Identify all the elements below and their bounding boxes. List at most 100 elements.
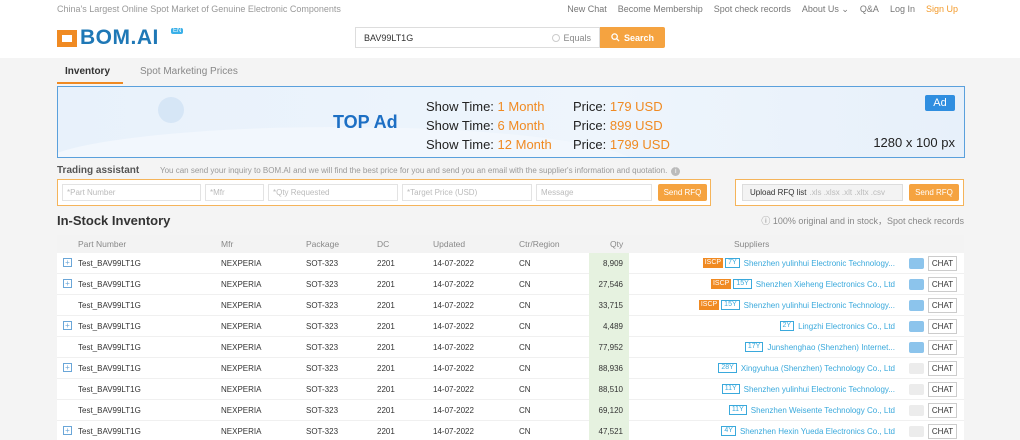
mfr-field[interactable]: *Mfr [205, 184, 264, 201]
supplier[interactable]: 17Y Junshenghao (Shenzhen) Internet... [744, 342, 895, 352]
equals-radio[interactable] [552, 34, 561, 42]
supplier[interactable]: 11Y Shenzhen yulinhui Electronic Technolo… [721, 384, 895, 394]
table-row[interactable]: + Test_BAV99LT1G NEXPERIA SOT-323 2201 14-07-… [57, 358, 964, 379]
mail-icon[interactable] [909, 426, 924, 437]
ad-price: Price: 1799 USD [573, 137, 693, 152]
supplier[interactable]: ISCP 7Y Shenzhen yulinhui Electronic Techn… [702, 258, 895, 268]
instock-note[interactable]: ⓘ 100% original and in stock，Spot check … [761, 214, 964, 227]
message-field[interactable]: Message [536, 184, 652, 201]
part-number[interactable]: Test_BAV99LT1G [78, 280, 141, 289]
supplier-name[interactable]: Shenzhen yulinhui Electronic Technology.… [744, 301, 895, 310]
about-us-link[interactable]: About Us ⌄ [802, 4, 849, 15]
chat-button[interactable]: CHAT [928, 382, 957, 397]
upload-send-rfq-button[interactable]: Send RFQ [909, 184, 959, 201]
supplier[interactable]: 2Y Lingzhi Electronics Co., Ltd [779, 321, 895, 331]
supplier-name[interactable]: Shenzhen Xieheng Electronics Co., Ltd [756, 280, 895, 289]
part-number[interactable]: Test_BAV99LT1G [78, 322, 141, 331]
part-number[interactable]: Test_BAV99LT1G [78, 343, 141, 352]
ad-price-label: Price: [573, 99, 607, 114]
table-row[interactable]: Test_BAV99LT1G NEXPERIA SOT-323 2201 14-07-2… [57, 295, 964, 316]
table-row[interactable]: + Test_BAV99LT1G NEXPERIA SOT-323 2201 14-07-… [57, 274, 964, 295]
supplier-name[interactable]: Xingyuhua (Shenzhen) Technology Co., Ltd [741, 364, 895, 373]
table-row[interactable]: + Test_BAV99LT1G NEXPERIA SOT-323 2201 14-07-… [57, 421, 964, 440]
search-input[interactable]: BAV99LT1G Equals [355, 27, 600, 48]
part-number[interactable]: Test_BAV99LT1G [78, 259, 141, 268]
table-row[interactable]: Test_BAV99LT1G NEXPERIA SOT-323 2201 14-07-2… [57, 379, 964, 400]
dc: 2201 [377, 301, 395, 310]
chat-button[interactable]: CHAT [928, 361, 957, 376]
table-row[interactable]: Test_BAV99LT1G NEXPERIA SOT-323 2201 14-07-2… [57, 337, 964, 358]
region: CN [519, 427, 531, 436]
part-number[interactable]: Test_BAV99LT1G [78, 364, 141, 373]
new-chat-link[interactable]: New Chat [567, 4, 607, 15]
qa-link[interactable]: Q&A [860, 4, 879, 15]
mail-icon[interactable] [909, 363, 924, 374]
tab-bar: Inventory Spot Marketing Prices [0, 58, 1020, 84]
top-ad-banner[interactable]: TOP Ad Show Time: 1 Month Price: 179 USD… [57, 86, 965, 158]
logo[interactable]: BOM.AI EN [57, 26, 184, 49]
supplier-name[interactable]: Shenzhen yulinhui Electronic Technology.… [744, 385, 895, 394]
rfq-form: *Part Number *Mfr *Qty Requested *Target… [57, 179, 711, 206]
chat-button[interactable]: CHAT [928, 256, 957, 271]
trading-assistant-description: You can send your inquiry to BOM.AI and … [160, 166, 681, 176]
mail-icon[interactable] [909, 258, 924, 269]
supplier[interactable]: 28Y Xingyuhua (Shenzhen) Technology Co., … [718, 363, 895, 373]
qty-requested-field[interactable]: *Qty Requested [268, 184, 398, 201]
upload-rfq-field[interactable]: Upload RFQ list .xls .xlsx .xlt .xltx .cs… [742, 184, 903, 201]
supplier[interactable]: 4Y Shenzhen Hexin Yueda Electronics Co., … [721, 426, 895, 436]
mail-icon[interactable] [909, 405, 924, 416]
supplier-name[interactable]: Shenzhen Hexin Yueda Electronics Co., Lt… [740, 427, 895, 436]
mfr: NEXPERIA [221, 427, 262, 436]
equals-toggle[interactable]: Equals [552, 33, 591, 43]
mail-icon[interactable] [909, 300, 924, 311]
chat-button[interactable]: CHAT [928, 319, 957, 334]
part-number-field[interactable]: *Part Number [62, 184, 201, 201]
supplier-name[interactable]: Lingzhi Electronics Co., Ltd [798, 322, 895, 331]
supplier-name[interactable]: Junshenghao (Shenzhen) Internet... [767, 343, 895, 352]
search-button[interactable]: Search [600, 27, 665, 48]
chat-button[interactable]: CHAT [928, 403, 957, 418]
ad-pricing-row: Show Time: 1 Month Price: 179 USD [426, 97, 693, 116]
part-number[interactable]: Test_BAV99LT1G [78, 427, 141, 436]
mail-icon[interactable] [909, 321, 924, 332]
chat-button[interactable]: CHAT [928, 424, 957, 439]
mail-icon[interactable] [909, 384, 924, 395]
supplier[interactable]: ISCP 15Y Shenzhen Xieheng Electronics Co.,… [710, 279, 895, 289]
qty: 8,909 [602, 259, 623, 268]
supplier[interactable]: 11Y Shenzhen Weisente Technology Co., Ltd [728, 405, 895, 415]
tab-inventory[interactable]: Inventory [65, 66, 110, 77]
supplier[interactable]: ISCP 15Y Shenzhen yulinhui Electronic Tech… [698, 300, 895, 310]
expand-icon[interactable]: + [63, 279, 72, 288]
mail-icon[interactable] [909, 342, 924, 353]
qty: 33,715 [598, 301, 623, 310]
table-row[interactable]: + Test_BAV99LT1G NEXPERIA SOT-323 2201 14-07-… [57, 253, 964, 274]
table-row[interactable]: Test_BAV99LT1G NEXPERIA SOT-323 2201 14-07-2… [57, 400, 964, 421]
chat-button[interactable]: CHAT [928, 277, 957, 292]
part-number[interactable]: Test_BAV99LT1G [78, 385, 141, 394]
language-badge[interactable]: EN [171, 28, 184, 34]
supplier-name[interactable]: Shenzhen Weisente Technology Co., Ltd [751, 406, 895, 415]
part-number[interactable]: Test_BAV99LT1G [78, 406, 141, 415]
qty: 69,120 [598, 406, 623, 415]
dc: 2201 [377, 427, 395, 436]
chat-button[interactable]: CHAT [928, 298, 957, 313]
membership-link[interactable]: Become Membership [618, 4, 703, 15]
expand-icon[interactable]: + [63, 363, 72, 372]
expand-icon[interactable]: + [63, 426, 72, 435]
expand-icon[interactable]: + [63, 258, 72, 267]
col-updated: Updated [433, 239, 466, 249]
mail-icon[interactable] [909, 279, 924, 290]
signup-link[interactable]: Sign Up [926, 4, 958, 15]
part-number[interactable]: Test_BAV99LT1G [78, 301, 141, 310]
upload-rfq-label: Upload RFQ list [750, 188, 807, 197]
info-icon[interactable]: i [671, 167, 681, 176]
chat-button[interactable]: CHAT [928, 340, 957, 355]
target-price-field[interactable]: *Target Price (USD) [402, 184, 532, 201]
supplier-name[interactable]: Shenzhen yulinhui Electronic Technology.… [744, 259, 895, 268]
send-rfq-button[interactable]: Send RFQ [658, 184, 707, 201]
tab-spot-marketing-prices[interactable]: Spot Marketing Prices [140, 66, 238, 77]
expand-icon[interactable]: + [63, 321, 72, 330]
table-row[interactable]: + Test_BAV99LT1G NEXPERIA SOT-323 2201 14-07-… [57, 316, 964, 337]
login-link[interactable]: Log In [890, 4, 915, 15]
spot-check-link[interactable]: Spot check records [714, 4, 791, 15]
